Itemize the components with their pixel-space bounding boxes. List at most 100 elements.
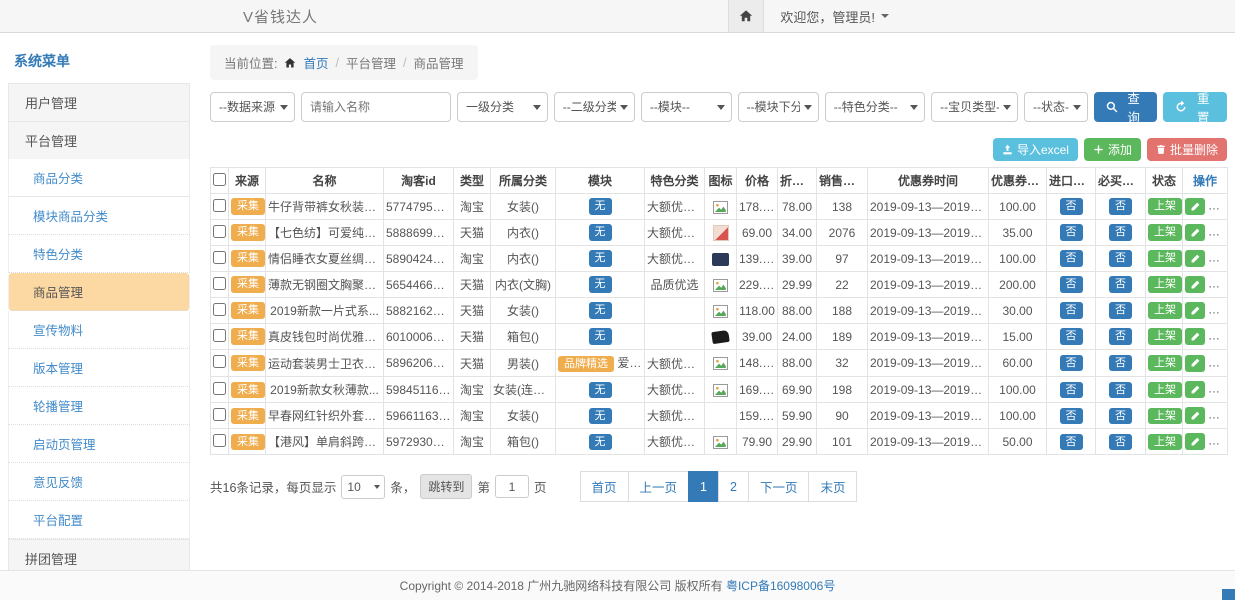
- edit-button[interactable]: [1185, 381, 1205, 398]
- product-thumbnail: [713, 225, 729, 241]
- edit-button[interactable]: [1185, 302, 1205, 319]
- status-badge[interactable]: 上架: [1148, 250, 1182, 266]
- sidebar-group[interactable]: 平台管理: [8, 121, 190, 159]
- select-all-checkbox[interactable]: [213, 173, 226, 186]
- jump-page-input[interactable]: [495, 475, 529, 498]
- must-buy-badge[interactable]: 否: [1109, 276, 1132, 292]
- must-buy-badge[interactable]: 否: [1109, 224, 1132, 240]
- must-buy-badge[interactable]: 否: [1109, 302, 1132, 318]
- must-buy-badge[interactable]: 否: [1109, 434, 1132, 450]
- feature-category-select[interactable]: --特色分类--: [825, 92, 925, 122]
- sidebar-item[interactable]: 商品管理: [8, 273, 190, 311]
- sidebar-item[interactable]: 轮播管理: [8, 387, 190, 425]
- sidebar-item[interactable]: 平台配置: [8, 501, 190, 539]
- row-checkbox[interactable]: [213, 355, 226, 368]
- sidebar-item[interactable]: 版本管理: [8, 349, 190, 387]
- sidebar-item[interactable]: 意见反馈: [8, 463, 190, 501]
- import-select-badge[interactable]: 否: [1060, 355, 1083, 371]
- must-buy-badge[interactable]: 否: [1109, 355, 1132, 371]
- module-badge: 无: [589, 276, 612, 292]
- must-buy-badge[interactable]: 否: [1109, 198, 1132, 214]
- row-checkbox[interactable]: [213, 303, 226, 316]
- status-badge[interactable]: 上架: [1148, 198, 1182, 214]
- breadcrumb-home-link[interactable]: 首页: [303, 53, 328, 72]
- import-select-badge[interactable]: 否: [1060, 302, 1083, 318]
- source-badge: 采集: [231, 198, 265, 214]
- search-button[interactable]: 查询: [1094, 92, 1158, 122]
- sidebar-item[interactable]: 商品分类: [8, 159, 190, 197]
- jump-button[interactable]: 跳转到: [420, 474, 472, 499]
- chevron-down-icon: [881, 14, 889, 18]
- row-checkbox[interactable]: [213, 225, 226, 238]
- edit-button[interactable]: [1185, 198, 1205, 215]
- pager-button[interactable]: 末页: [808, 471, 857, 502]
- status-badge[interactable]: 上架: [1148, 302, 1182, 318]
- status-badge[interactable]: 上架: [1148, 434, 1182, 450]
- row-checkbox[interactable]: [213, 434, 226, 447]
- pager-button[interactable]: 首页: [580, 471, 629, 502]
- import-select-badge[interactable]: 否: [1060, 250, 1083, 266]
- icp-link[interactable]: 粤ICP备16098006号: [726, 577, 835, 594]
- sidebar-item[interactable]: 宣传物料: [8, 311, 190, 349]
- import-select-badge[interactable]: 否: [1060, 198, 1083, 214]
- level2-category-select[interactable]: --二级分类--: [554, 92, 635, 122]
- edit-icon: [1190, 306, 1200, 316]
- pager-button[interactable]: 2: [718, 471, 749, 502]
- import-select-badge[interactable]: 否: [1060, 382, 1083, 398]
- sidebar-group[interactable]: 用户管理: [8, 83, 190, 121]
- import-select-badge[interactable]: 否: [1060, 224, 1083, 240]
- must-buy-badge[interactable]: 否: [1109, 250, 1132, 266]
- batch-delete-label: 批量删除: [1170, 141, 1218, 158]
- broken-image-icon: [713, 305, 728, 318]
- import-excel-button[interactable]: 导入excel: [993, 138, 1078, 161]
- product-category: 箱包(): [491, 429, 556, 455]
- row-checkbox[interactable]: [213, 408, 226, 421]
- product-type: 天猫: [454, 220, 491, 246]
- row-checkbox[interactable]: [213, 251, 226, 264]
- sidebar-item[interactable]: 模块商品分类: [8, 197, 190, 235]
- per-page-select[interactable]: 10: [341, 475, 385, 499]
- sidebar-item[interactable]: 启动页管理: [8, 425, 190, 463]
- row-checkbox[interactable]: [213, 277, 226, 290]
- reset-button[interactable]: 重置: [1163, 92, 1227, 122]
- user-menu[interactable]: 欢迎您，管理员!: [764, 0, 905, 32]
- edit-button[interactable]: [1185, 355, 1205, 372]
- status-badge[interactable]: 上架: [1148, 224, 1182, 240]
- must-buy-badge[interactable]: 否: [1109, 328, 1132, 344]
- module-sub-category-select[interactable]: --模块下分类--: [738, 92, 819, 122]
- add-button[interactable]: 添加: [1084, 138, 1141, 161]
- import-select-badge[interactable]: 否: [1060, 408, 1083, 424]
- status-badge[interactable]: 上架: [1148, 276, 1182, 292]
- pager-button[interactable]: 上一页: [628, 471, 690, 502]
- data-source-select[interactable]: --数据来源--: [210, 92, 295, 122]
- status-badge[interactable]: 上架: [1148, 355, 1182, 371]
- edit-button[interactable]: [1185, 433, 1205, 450]
- pager-button[interactable]: 1: [688, 471, 719, 502]
- level1-category-select[interactable]: 一级分类: [457, 92, 548, 122]
- status-badge[interactable]: 上架: [1148, 382, 1182, 398]
- name-search-input[interactable]: [301, 92, 451, 122]
- row-checkbox[interactable]: [213, 329, 226, 342]
- row-checkbox[interactable]: [213, 382, 226, 395]
- edit-button[interactable]: [1185, 407, 1205, 424]
- edit-button[interactable]: [1185, 250, 1205, 267]
- sidebar-item[interactable]: 特色分类: [8, 235, 190, 273]
- edit-button[interactable]: [1185, 328, 1205, 345]
- must-buy-badge[interactable]: 否: [1109, 382, 1132, 398]
- batch-delete-button[interactable]: 批量删除: [1147, 138, 1227, 161]
- item-type-select[interactable]: --宝贝类型--: [931, 92, 1018, 122]
- pager-button[interactable]: 下一页: [748, 471, 810, 502]
- import-select-badge[interactable]: 否: [1060, 434, 1083, 450]
- home-button[interactable]: [728, 0, 764, 32]
- import-select-badge[interactable]: 否: [1060, 328, 1083, 344]
- import-select-badge[interactable]: 否: [1060, 276, 1083, 292]
- status-select[interactable]: --状态--: [1024, 92, 1088, 122]
- status-badge[interactable]: 上架: [1148, 408, 1182, 424]
- status-badge[interactable]: 上架: [1148, 328, 1182, 344]
- row-checkbox[interactable]: [213, 199, 226, 212]
- edit-button[interactable]: [1185, 224, 1205, 241]
- edit-button[interactable]: [1185, 276, 1205, 293]
- must-buy-badge[interactable]: 否: [1109, 408, 1132, 424]
- module-select[interactable]: --模块--: [641, 92, 732, 122]
- back-to-top-button[interactable]: [1222, 589, 1235, 600]
